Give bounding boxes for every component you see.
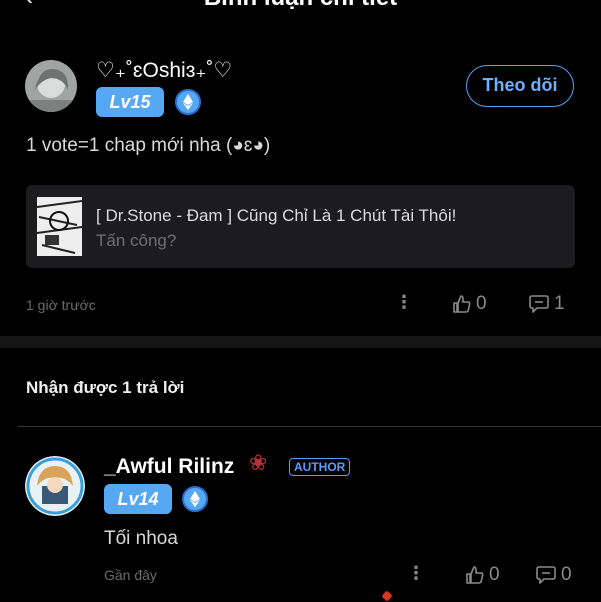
reply-like-count: 0: [489, 564, 500, 585]
like-button[interactable]: 0: [452, 293, 487, 315]
reply-button[interactable]: 1: [528, 293, 565, 315]
reply-more-options-icon[interactable]: ⋮: [407, 563, 425, 584]
reply-level-badge: Lv14: [104, 484, 172, 514]
reply-reply-button[interactable]: 0: [535, 564, 572, 586]
level-badge: Lv15: [96, 87, 164, 117]
reply-username[interactable]: _Awful Rilinz: [104, 455, 234, 479]
rose-icon: ❀: [249, 450, 268, 475]
thumbs-up-icon: [453, 295, 471, 313]
comment-bubble-icon: [536, 566, 556, 584]
reply-time: Gần đây: [104, 567, 157, 583]
reply-ethereum-badge-icon: [182, 486, 208, 512]
quoted-chapter-subtitle: Tấn công?: [96, 231, 177, 250]
reply-count: 1: [554, 293, 565, 314]
quoted-chapter-title: [ Dr.Stone - Đam ] Cũng Chỉ Là 1 Chút Tà…: [96, 206, 457, 225]
section-divider: [0, 336, 601, 348]
replies-header: Nhận được 1 trả lời: [26, 378, 185, 397]
like-count: 0: [476, 293, 487, 314]
author-tag: AUTHOR: [289, 458, 351, 476]
reply-avatar[interactable]: [25, 456, 85, 516]
comment-bubble-icon: [529, 295, 549, 313]
quoted-chapter-card[interactable]: [ Dr.Stone - Đam ] Cũng Chỉ Là 1 Chút Tà…: [26, 185, 575, 268]
follow-button[interactable]: Theo dõi: [466, 65, 574, 107]
reply-text: Tối nhoa: [104, 528, 178, 549]
ethereum-badge-icon: [175, 89, 201, 115]
page-title: Bình luận chi tiết: [0, 0, 601, 12]
reply-like-button[interactable]: 0: [465, 564, 500, 586]
comment-time: 1 giờ trước: [26, 297, 96, 313]
comment-text: 1 vote=1 chap mới nha (◕ɛ◕): [26, 135, 271, 156]
divider: [18, 426, 601, 427]
page-header: ‹ Bình luận chi tiết: [0, 0, 601, 14]
chapter-thumbnail: [37, 197, 82, 256]
avatar[interactable]: [25, 60, 77, 112]
more-options-icon[interactable]: ⋮: [395, 292, 413, 313]
reply-reply-count: 0: [561, 564, 572, 585]
thumbs-up-icon: [466, 566, 484, 584]
comment-username[interactable]: ♡₊˚ɛOshiɜ₊˚♡: [96, 58, 232, 83]
